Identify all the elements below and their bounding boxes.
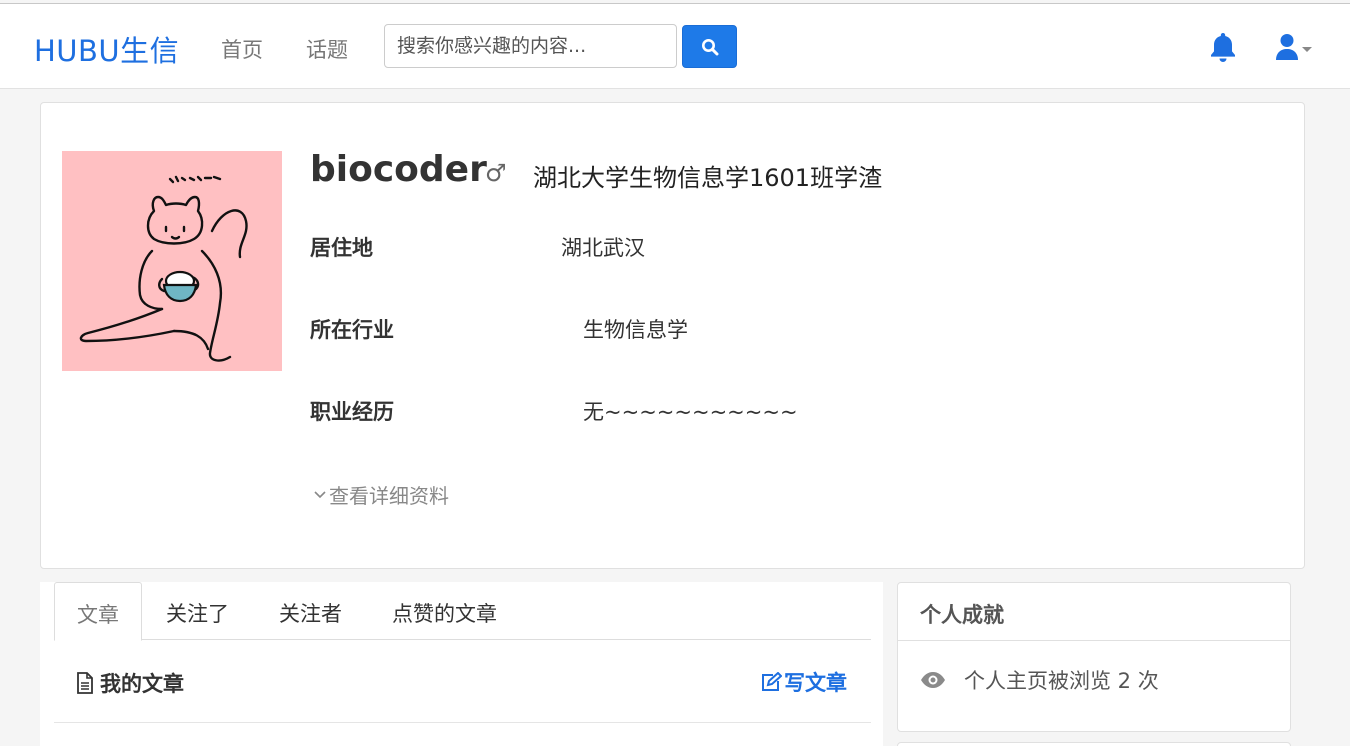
edit-icon: [762, 672, 782, 691]
view-details-link[interactable]: 查看详细资料: [313, 480, 449, 509]
user-menu[interactable]: [1275, 33, 1315, 63]
achievements-card: 个人成就 个人主页被浏览 2 次: [897, 582, 1291, 732]
bio-text: 湖北大学生物信息学1601班学渣: [533, 164, 883, 192]
bell-icon[interactable]: [1209, 31, 1237, 63]
profile-views-row: 个人主页被浏览 2 次: [920, 665, 1159, 695]
residence-value: 湖北武汉: [561, 236, 645, 260]
write-article-button[interactable]: 写文章: [760, 667, 847, 697]
my-articles-heading: 我的文章: [76, 668, 184, 698]
career-label: 职业经历: [310, 400, 394, 424]
achievements-title: 个人成就: [898, 583, 1290, 641]
top-navbar: HUBU生信 首页 话题: [0, 3, 1350, 89]
tab-followers[interactable]: 关注者: [279, 582, 342, 640]
profile-views-text: 个人主页被浏览 2 次: [964, 669, 1159, 693]
file-icon: [77, 672, 93, 694]
eye-icon: [921, 672, 945, 688]
gender-icon: ♂: [485, 159, 507, 187]
secondary-card: [897, 742, 1291, 746]
industry-label: 所在行业: [310, 318, 394, 342]
caret-down-icon: [1302, 47, 1312, 52]
brand-logo[interactable]: HUBU生信: [34, 28, 179, 70]
cat-illustration: [79, 175, 248, 362]
profile-card: biocoder ♂ 湖北大学生物信息学1601班学渣 居住地 湖北武汉 所在行…: [40, 102, 1305, 569]
search-icon: [701, 38, 718, 55]
search-button[interactable]: [682, 25, 737, 68]
nav-topics-link[interactable]: 话题: [306, 34, 348, 64]
residence-label: 居住地: [310, 236, 373, 260]
username: biocoder: [310, 149, 487, 190]
user-icon: [1276, 34, 1298, 60]
articles-panel: 文章 关注了 关注者 点赞的文章 我的文章 写文章: [40, 582, 883, 746]
view-details-label: 查看详细资料: [329, 484, 449, 508]
my-articles-label: 我的文章: [100, 672, 184, 696]
industry-value: 生物信息学: [583, 318, 688, 342]
tab-following[interactable]: 关注了: [166, 582, 229, 640]
tab-articles[interactable]: 文章: [54, 582, 142, 641]
career-value: 无~~~~~~~~~~~: [583, 400, 798, 424]
tab-liked-articles[interactable]: 点赞的文章: [392, 582, 497, 640]
chevron-down-icon: [314, 490, 326, 498]
divider: [54, 722, 871, 723]
avatar: [62, 151, 282, 371]
profile-tabs: 文章 关注了 关注者 点赞的文章: [54, 582, 871, 641]
search-input[interactable]: [384, 24, 677, 68]
write-article-label: 写文章: [784, 671, 847, 695]
nav-home-link[interactable]: 首页: [221, 34, 263, 64]
